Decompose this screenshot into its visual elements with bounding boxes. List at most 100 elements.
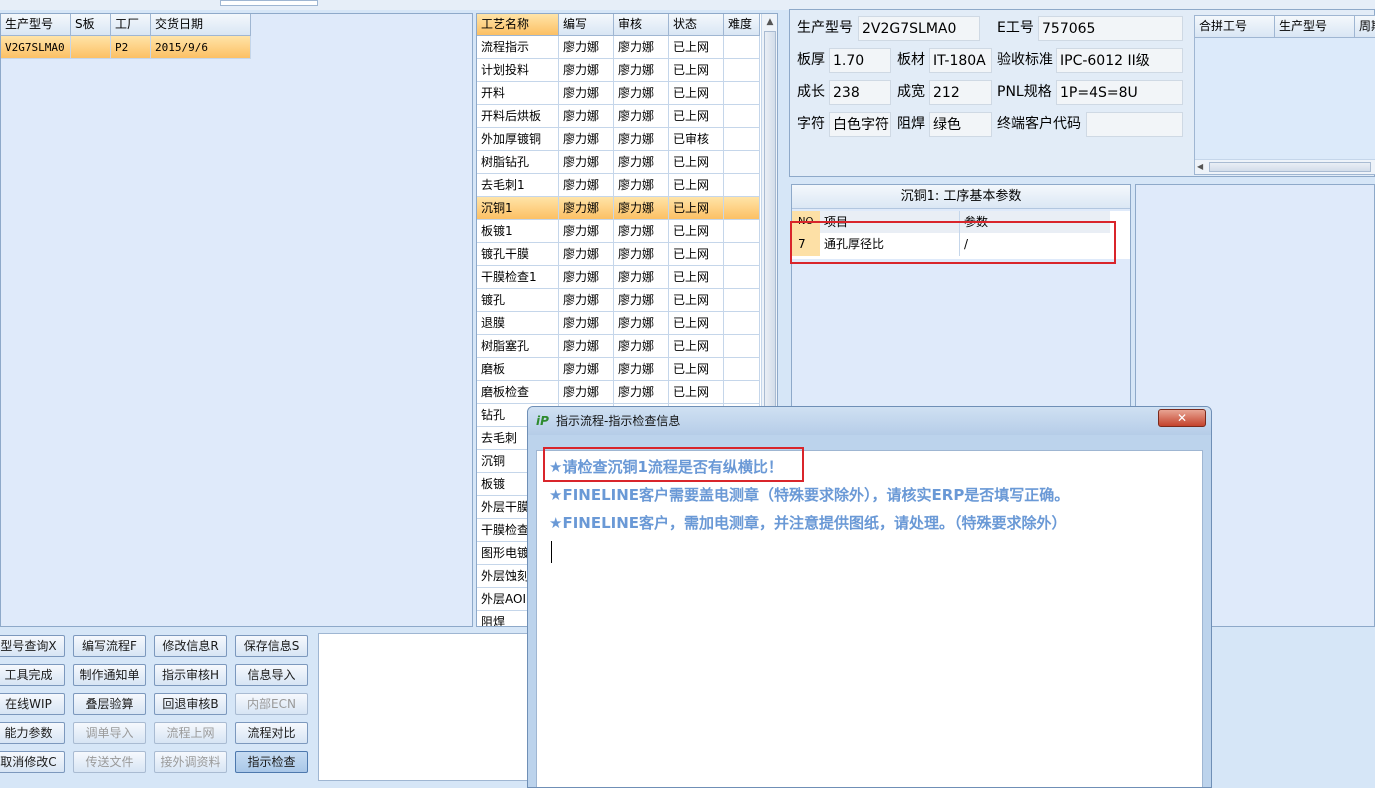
length-value[interactable]: 238 bbox=[829, 80, 891, 105]
process-cell[interactable]: 廖力娜 bbox=[614, 243, 669, 266]
process-cell[interactable]: 已上网 bbox=[669, 59, 724, 82]
process-cell[interactable]: 廖力娜 bbox=[559, 381, 614, 404]
process-row-name[interactable]: 计划投料 bbox=[477, 59, 559, 82]
process-cell[interactable] bbox=[724, 335, 760, 358]
process-cell[interactable]: 已上网 bbox=[669, 105, 724, 128]
left-header-2[interactable]: 工厂 bbox=[111, 14, 151, 36]
pnl-value[interactable]: 1P=4S=8U bbox=[1056, 80, 1183, 105]
process-cell[interactable]: 廖力娜 bbox=[614, 289, 669, 312]
action-button[interactable]: 制作通知单 bbox=[73, 664, 146, 686]
process-cell[interactable]: 廖力娜 bbox=[559, 59, 614, 82]
process-cell[interactable] bbox=[724, 266, 760, 289]
process-row-name[interactable]: 流程指示 bbox=[477, 36, 559, 59]
process-cell[interactable] bbox=[724, 220, 760, 243]
process-cell[interactable] bbox=[724, 128, 760, 151]
top-input[interactable] bbox=[220, 0, 318, 6]
process-row-name[interactable]: 开料 bbox=[477, 82, 559, 105]
thickness-value[interactable]: 1.70 bbox=[829, 48, 891, 73]
process-cell[interactable]: 已上网 bbox=[669, 381, 724, 404]
process-cell[interactable]: 已上网 bbox=[669, 358, 724, 381]
left-header-0[interactable]: 生产型号 bbox=[1, 14, 71, 36]
close-icon[interactable]: ✕ bbox=[1158, 409, 1206, 427]
action-button[interactable]: 指示审核H bbox=[154, 664, 227, 686]
customer-value[interactable] bbox=[1086, 112, 1183, 137]
process-cell[interactable] bbox=[724, 174, 760, 197]
process-cell[interactable] bbox=[724, 82, 760, 105]
process-cell[interactable]: 廖力娜 bbox=[614, 174, 669, 197]
left-cell[interactable]: 2015/9/6 bbox=[151, 36, 251, 59]
process-cell[interactable]: 已审核 bbox=[669, 128, 724, 151]
model-value[interactable]: 2V2G7SLMA0 bbox=[858, 16, 980, 41]
process-cell[interactable]: 廖力娜 bbox=[614, 197, 669, 220]
process-cell[interactable]: 已上网 bbox=[669, 82, 724, 105]
process-header-4[interactable]: 难度 bbox=[724, 14, 760, 36]
scroll-thumb[interactable] bbox=[764, 31, 776, 471]
process-row-name[interactable]: 开料后烘板 bbox=[477, 105, 559, 128]
standard-value[interactable]: IPC-6012 II级 bbox=[1056, 48, 1183, 73]
action-button[interactable]: 调单导入 bbox=[73, 722, 146, 744]
process-row-name[interactable]: 干膜检查1 bbox=[477, 266, 559, 289]
process-row-name[interactable]: 退膜 bbox=[477, 312, 559, 335]
mask-value[interactable]: 绿色 bbox=[929, 112, 992, 137]
process-row-name[interactable]: 去毛刺1 bbox=[477, 174, 559, 197]
action-button[interactable]: 传送文件 bbox=[73, 751, 146, 773]
action-button[interactable]: 修改信息R bbox=[154, 635, 227, 657]
process-cell[interactable]: 廖力娜 bbox=[559, 36, 614, 59]
process-row-name[interactable]: 板镀1 bbox=[477, 220, 559, 243]
action-button[interactable]: 工具完成 bbox=[0, 664, 65, 686]
process-cell[interactable]: 已上网 bbox=[669, 243, 724, 266]
process-cell[interactable]: 已上网 bbox=[669, 151, 724, 174]
process-cell[interactable] bbox=[724, 312, 760, 335]
action-button[interactable]: 型号查询X bbox=[0, 635, 65, 657]
process-cell[interactable]: 廖力娜 bbox=[559, 358, 614, 381]
process-cell[interactable]: 廖力娜 bbox=[559, 174, 614, 197]
process-cell[interactable] bbox=[724, 358, 760, 381]
dialog-titlebar[interactable]: iP 指示流程-指示检查信息 ✕ bbox=[528, 407, 1211, 435]
process-header-0[interactable]: 工艺名称 bbox=[477, 14, 559, 36]
process-row-name[interactable]: 外加厚镀铜 bbox=[477, 128, 559, 151]
process-row-name[interactable]: 镀孔 bbox=[477, 289, 559, 312]
process-cell[interactable]: 廖力娜 bbox=[614, 358, 669, 381]
process-cell[interactable]: 已上网 bbox=[669, 312, 724, 335]
left-cell[interactable]: P2 bbox=[111, 36, 151, 59]
bottom-memo-area[interactable] bbox=[318, 633, 533, 781]
process-cell[interactable]: 廖力娜 bbox=[559, 266, 614, 289]
process-cell[interactable] bbox=[724, 151, 760, 174]
process-header-3[interactable]: 状态 bbox=[669, 14, 724, 36]
process-header-2[interactable]: 审核 bbox=[614, 14, 669, 36]
process-cell[interactable]: 廖力娜 bbox=[614, 59, 669, 82]
action-button[interactable]: 能力参数 bbox=[0, 722, 65, 744]
process-row-name[interactable]: 镀孔干膜 bbox=[477, 243, 559, 266]
left-header-3[interactable]: 交货日期 bbox=[151, 14, 251, 36]
process-cell[interactable]: 廖力娜 bbox=[559, 151, 614, 174]
process-row-name[interactable]: 树脂钻孔 bbox=[477, 151, 559, 174]
process-cell[interactable] bbox=[724, 105, 760, 128]
material-value[interactable]: IT-180A bbox=[929, 48, 992, 73]
process-cell[interactable] bbox=[724, 243, 760, 266]
action-button[interactable]: 接外调资料 bbox=[154, 751, 227, 773]
width-value[interactable]: 212 bbox=[929, 80, 992, 105]
process-cell[interactable] bbox=[724, 197, 760, 220]
process-cell[interactable]: 已上网 bbox=[669, 289, 724, 312]
action-button[interactable]: 流程对比 bbox=[235, 722, 308, 744]
process-cell[interactable]: 廖力娜 bbox=[614, 381, 669, 404]
action-button[interactable]: 取消修改C bbox=[0, 751, 65, 773]
scroll-up-arrow-icon[interactable]: ▲ bbox=[762, 14, 777, 30]
process-cell[interactable]: 已上网 bbox=[669, 335, 724, 358]
process-cell[interactable] bbox=[724, 59, 760, 82]
process-cell[interactable]: 廖力娜 bbox=[614, 36, 669, 59]
process-cell[interactable]: 已上网 bbox=[669, 220, 724, 243]
eno-value[interactable]: 757065 bbox=[1038, 16, 1183, 41]
process-cell[interactable]: 廖力娜 bbox=[614, 335, 669, 358]
action-button[interactable]: 编写流程F bbox=[73, 635, 146, 657]
process-row-name[interactable]: 磨板检查 bbox=[477, 381, 559, 404]
char-value[interactable]: 白色字符 bbox=[829, 112, 891, 137]
process-cell[interactable]: 廖力娜 bbox=[614, 312, 669, 335]
scroll-left-arrow-icon[interactable]: ◀ bbox=[1197, 160, 1207, 174]
left-cell[interactable]: V2G7SLMA0 bbox=[1, 36, 71, 59]
process-cell[interactable]: 廖力娜 bbox=[559, 312, 614, 335]
process-cell[interactable]: 已上网 bbox=[669, 197, 724, 220]
process-cell[interactable]: 廖力娜 bbox=[559, 220, 614, 243]
process-cell[interactable]: 廖力娜 bbox=[614, 82, 669, 105]
process-row-name[interactable]: 树脂塞孔 bbox=[477, 335, 559, 358]
